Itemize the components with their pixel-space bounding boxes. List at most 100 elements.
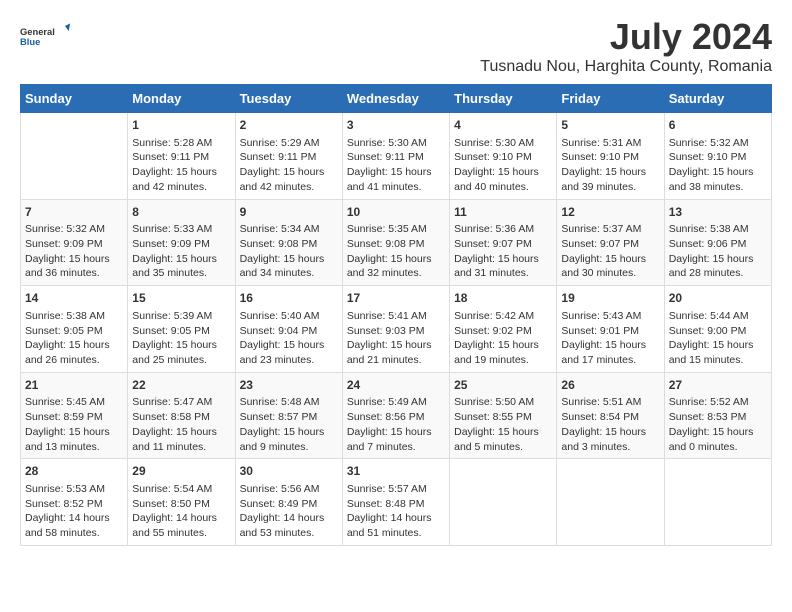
day-number: 24	[347, 377, 445, 394]
calendar-cell: 2Sunrise: 5:29 AM Sunset: 9:11 PM Daylig…	[235, 113, 342, 200]
day-number: 20	[669, 290, 767, 307]
day-number: 18	[454, 290, 552, 307]
week-row-2: 7Sunrise: 5:32 AM Sunset: 9:09 PM Daylig…	[21, 199, 772, 286]
calendar-cell: 18 Sunrise: 5:42 AM Sunset: 9:02 PM Dayli…	[450, 286, 557, 373]
day-info: Sunrise: 5:28 AM Sunset: 9:11 PM Dayligh…	[132, 136, 230, 195]
week-row-1: 1 Sunrise: 5:28 AM Sunset: 9:11 PM Daylig…	[21, 113, 772, 200]
calendar-cell: 14 Sunrise: 5:38 AM Sunset: 9:05 PM Dayli…	[21, 286, 128, 373]
day-number: 28	[25, 463, 123, 480]
day-number: 21	[25, 377, 123, 394]
day-info: Sunrise: 5:54 AM Sunset: 8:50 PM Dayligh…	[132, 482, 230, 541]
day-info: Sunrise: 5:42 AM Sunset: 9:02 PM Dayligh…	[454, 309, 552, 368]
day-number: 8	[132, 204, 230, 221]
calendar-cell: 5Sunrise: 5:31 AM Sunset: 9:10 PM Daylig…	[557, 113, 664, 200]
calendar-cell: 11Sunrise: 5:36 AM Sunset: 9:07 PM Dayli…	[450, 199, 557, 286]
day-number: 10	[347, 204, 445, 221]
day-info: Sunrise: 5:50 AM Sunset: 8:55 PM Dayligh…	[454, 395, 552, 454]
day-info: Sunrise: 5:44 AM Sunset: 9:00 PM Dayligh…	[669, 309, 767, 368]
logo-svg: General Blue	[20, 16, 70, 56]
day-info: Sunrise: 5:56 AM Sunset: 8:49 PM Dayligh…	[240, 482, 338, 541]
day-number: 1	[132, 117, 230, 134]
calendar-cell: 31 Sunrise: 5:57 AM Sunset: 8:48 PM Dayli…	[342, 459, 449, 546]
day-info: Sunrise: 5:33 AM Sunset: 9:09 PM Dayligh…	[132, 222, 230, 281]
day-info: Sunrise: 5:34 AM Sunset: 9:08 PM Dayligh…	[240, 222, 338, 281]
day-info: Sunrise: 5:57 AM Sunset: 8:48 PM Dayligh…	[347, 482, 445, 541]
calendar-cell: 4Sunrise: 5:30 AM Sunset: 9:10 PM Daylig…	[450, 113, 557, 200]
day-info: Sunrise: 5:32 AM Sunset: 9:09 PM Dayligh…	[25, 222, 123, 281]
day-number: 15	[132, 290, 230, 307]
main-title: July 2024	[480, 16, 772, 58]
day-number: 26	[561, 377, 659, 394]
calendar-cell: 17 Sunrise: 5:41 AM Sunset: 9:03 PM Dayli…	[342, 286, 449, 373]
day-info: Sunrise: 5:40 AM Sunset: 9:04 PM Dayligh…	[240, 309, 338, 368]
day-info: Sunrise: 5:41 AM Sunset: 9:03 PM Dayligh…	[347, 309, 445, 368]
calendar-cell: 6 Sunrise: 5:32 AM Sunset: 9:10 PM Daylig…	[664, 113, 771, 200]
day-number: 13	[669, 204, 767, 221]
week-row-4: 21Sunrise: 5:45 AM Sunset: 8:59 PM Dayli…	[21, 372, 772, 459]
calendar-cell: 16Sunrise: 5:40 AM Sunset: 9:04 PM Dayli…	[235, 286, 342, 373]
day-info: Sunrise: 5:43 AM Sunset: 9:01 PM Dayligh…	[561, 309, 659, 368]
day-info: Sunrise: 5:52 AM Sunset: 8:53 PM Dayligh…	[669, 395, 767, 454]
calendar-cell: 27Sunrise: 5:52 AM Sunset: 8:53 PM Dayli…	[664, 372, 771, 459]
calendar-cell: 20 Sunrise: 5:44 AM Sunset: 9:00 PM Dayli…	[664, 286, 771, 373]
calendar-cell: 29 Sunrise: 5:54 AM Sunset: 8:50 PM Dayli…	[128, 459, 235, 546]
day-info: Sunrise: 5:36 AM Sunset: 9:07 PM Dayligh…	[454, 222, 552, 281]
day-info: Sunrise: 5:30 AM Sunset: 9:11 PM Dayligh…	[347, 136, 445, 195]
day-info: Sunrise: 5:35 AM Sunset: 9:08 PM Dayligh…	[347, 222, 445, 281]
day-number: 3	[347, 117, 445, 134]
day-info: Sunrise: 5:39 AM Sunset: 9:05 PM Dayligh…	[132, 309, 230, 368]
day-number: 23	[240, 377, 338, 394]
day-number: 14	[25, 290, 123, 307]
calendar-cell: 7Sunrise: 5:32 AM Sunset: 9:09 PM Daylig…	[21, 199, 128, 286]
day-number: 11	[454, 204, 552, 221]
day-info: Sunrise: 5:49 AM Sunset: 8:56 PM Dayligh…	[347, 395, 445, 454]
calendar-cell: 12Sunrise: 5:37 AM Sunset: 9:07 PM Dayli…	[557, 199, 664, 286]
calendar-table: SundayMondayTuesdayWednesdayThursdayFrid…	[20, 84, 772, 546]
calendar-cell: 24Sunrise: 5:49 AM Sunset: 8:56 PM Dayli…	[342, 372, 449, 459]
calendar-cell: 10Sunrise: 5:35 AM Sunset: 9:08 PM Dayli…	[342, 199, 449, 286]
header: General Blue July 2024 Tusnadu Nou, Harg…	[20, 16, 772, 76]
day-info: Sunrise: 5:53 AM Sunset: 8:52 PM Dayligh…	[25, 482, 123, 541]
calendar-body: 1 Sunrise: 5:28 AM Sunset: 9:11 PM Daylig…	[21, 113, 772, 546]
header-row: SundayMondayTuesdayWednesdayThursdayFrid…	[21, 85, 772, 113]
day-info: Sunrise: 5:45 AM Sunset: 8:59 PM Dayligh…	[25, 395, 123, 454]
header-sunday: Sunday	[21, 85, 128, 113]
day-info: Sunrise: 5:31 AM Sunset: 9:10 PM Dayligh…	[561, 136, 659, 195]
day-number: 22	[132, 377, 230, 394]
day-number: 17	[347, 290, 445, 307]
header-tuesday: Tuesday	[235, 85, 342, 113]
day-number: 4	[454, 117, 552, 134]
calendar-cell: 9Sunrise: 5:34 AM Sunset: 9:08 PM Daylig…	[235, 199, 342, 286]
day-info: Sunrise: 5:29 AM Sunset: 9:11 PM Dayligh…	[240, 136, 338, 195]
day-info: Sunrise: 5:32 AM Sunset: 9:10 PM Dayligh…	[669, 136, 767, 195]
header-friday: Friday	[557, 85, 664, 113]
calendar-cell: 8Sunrise: 5:33 AM Sunset: 9:09 PM Daylig…	[128, 199, 235, 286]
calendar-cell: 3 Sunrise: 5:30 AM Sunset: 9:11 PM Daylig…	[342, 113, 449, 200]
day-info: Sunrise: 5:38 AM Sunset: 9:05 PM Dayligh…	[25, 309, 123, 368]
calendar-cell: 15 Sunrise: 5:39 AM Sunset: 9:05 PM Dayli…	[128, 286, 235, 373]
header-monday: Monday	[128, 85, 235, 113]
logo: General Blue	[20, 16, 70, 56]
calendar-cell	[557, 459, 664, 546]
title-area: July 2024 Tusnadu Nou, Harghita County, …	[480, 16, 772, 76]
calendar-cell: 28 Sunrise: 5:53 AM Sunset: 8:52 PM Dayli…	[21, 459, 128, 546]
day-number: 6	[669, 117, 767, 134]
calendar-cell: 19 Sunrise: 5:43 AM Sunset: 9:01 PM Dayli…	[557, 286, 664, 373]
svg-text:Blue: Blue	[20, 37, 40, 47]
calendar-cell: 25Sunrise: 5:50 AM Sunset: 8:55 PM Dayli…	[450, 372, 557, 459]
day-number: 9	[240, 204, 338, 221]
day-number: 25	[454, 377, 552, 394]
day-number: 19	[561, 290, 659, 307]
day-number: 29	[132, 463, 230, 480]
day-number: 31	[347, 463, 445, 480]
day-number: 7	[25, 204, 123, 221]
header-wednesday: Wednesday	[342, 85, 449, 113]
calendar-header: SundayMondayTuesdayWednesdayThursdayFrid…	[21, 85, 772, 113]
day-info: Sunrise: 5:48 AM Sunset: 8:57 PM Dayligh…	[240, 395, 338, 454]
day-number: 30	[240, 463, 338, 480]
calendar-cell	[450, 459, 557, 546]
header-thursday: Thursday	[450, 85, 557, 113]
calendar-cell: 26Sunrise: 5:51 AM Sunset: 8:54 PM Dayli…	[557, 372, 664, 459]
day-info: Sunrise: 5:47 AM Sunset: 8:58 PM Dayligh…	[132, 395, 230, 454]
week-row-3: 14 Sunrise: 5:38 AM Sunset: 9:05 PM Dayli…	[21, 286, 772, 373]
